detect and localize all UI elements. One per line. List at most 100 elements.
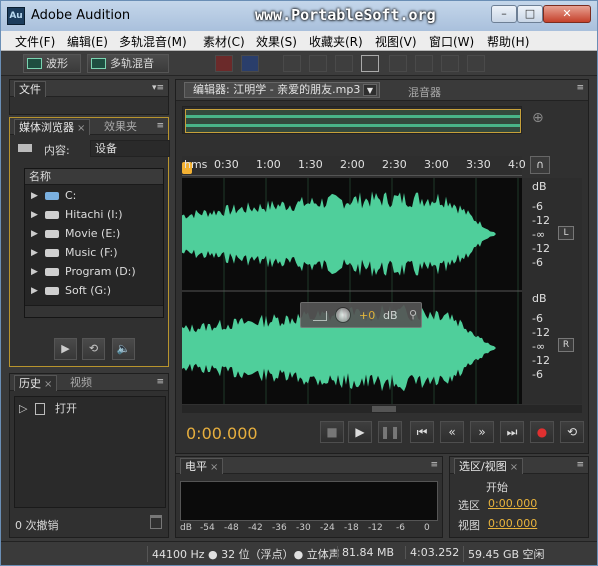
- title-bar: Au Adobe Audition www.PortableSoft.org –…: [1, 1, 597, 31]
- menu-effects[interactable]: 效果(S): [256, 33, 297, 50]
- spectral-frequency-icon[interactable]: [215, 55, 233, 72]
- editor-file-tab[interactable]: 编辑器: 江明学 - 亲爱的朋友.mp3 ▼: [184, 82, 380, 98]
- window-title: Adobe Audition: [31, 8, 131, 23]
- selection-start-value[interactable]: 0:00.000: [488, 497, 537, 510]
- play-preview-button[interactable]: ▶: [54, 338, 77, 360]
- gain-hud[interactable]: +0 dB ⚲: [300, 302, 422, 328]
- close-icon[interactable]: ×: [44, 379, 52, 390]
- go-to-end-button[interactable]: ⏭: [500, 421, 524, 443]
- drive-label: Hitachi (I:): [65, 208, 123, 221]
- ruler-tick: 4:0: [508, 158, 526, 171]
- tab-video[interactable]: 视频: [66, 375, 96, 391]
- stop-button[interactable]: ■: [320, 421, 344, 443]
- fast-forward-button[interactable]: »: [470, 421, 494, 443]
- razor-tool-icon[interactable]: [309, 55, 327, 72]
- trash-icon[interactable]: [150, 515, 162, 529]
- list-item[interactable]: ▶ Music (F:): [25, 244, 163, 263]
- panel-menu-icon[interactable]: ≡: [576, 83, 584, 93]
- zoom-navigator-icon[interactable]: ⊕: [532, 110, 552, 130]
- editor-scrollbar[interactable]: [182, 405, 582, 413]
- menu-multitrack[interactable]: 多轨混音(M): [119, 33, 187, 50]
- expand-arrow-icon[interactable]: ▶: [31, 225, 38, 243]
- chevron-down-icon[interactable]: ▼: [363, 84, 377, 96]
- menu-help[interactable]: 帮助(H): [487, 33, 529, 50]
- menu-favorites[interactable]: 收藏夹(R): [309, 33, 363, 50]
- channel-left-button[interactable]: L: [558, 226, 574, 240]
- expand-arrow-icon[interactable]: ▶: [31, 282, 38, 300]
- view-start-value[interactable]: 0:00.000: [488, 517, 537, 530]
- menu-view[interactable]: 视图(V): [375, 33, 417, 50]
- gain-knob[interactable]: [335, 307, 351, 323]
- list-item[interactable]: ▶ C:: [25, 187, 163, 206]
- tab-media-browser[interactable]: 媒体浏览器 ×: [14, 119, 91, 135]
- lasso-tool-icon[interactable]: [415, 55, 433, 72]
- db-label: -12: [532, 354, 550, 367]
- overview-navigator[interactable]: [182, 106, 522, 134]
- list-header-name[interactable]: 名称: [25, 169, 163, 185]
- media-tab-bar: 媒体浏览器 × 效果夹 ≡: [10, 118, 168, 135]
- pause-button[interactable]: ❚❚: [378, 421, 402, 443]
- menu-window[interactable]: 窗口(W): [429, 33, 474, 50]
- panel-menu-icon[interactable]: ≡: [156, 121, 164, 131]
- move-tool-icon[interactable]: [283, 55, 301, 72]
- pin-icon[interactable]: ⚲: [409, 308, 417, 321]
- current-time-display[interactable]: 0:00.000: [186, 424, 258, 443]
- marquee-tool-icon[interactable]: [389, 55, 407, 72]
- scroll-thumb[interactable]: [372, 406, 396, 412]
- list-item[interactable]: ▶ Hitachi (I:): [25, 206, 163, 225]
- content-select[interactable]: 设备: [90, 140, 170, 157]
- maximize-button[interactable]: □: [517, 5, 543, 23]
- spectral-pitch-icon[interactable]: [241, 55, 259, 72]
- list-item[interactable]: ▶ Program (D:): [25, 263, 163, 282]
- panel-menu-icon[interactable]: ≡: [430, 460, 438, 470]
- expand-arrow-icon[interactable]: ▶: [31, 187, 38, 205]
- close-icon[interactable]: ×: [210, 462, 218, 473]
- list-item[interactable]: ▶ Soft (G:): [25, 282, 163, 301]
- panel-menu-icon[interactable]: ≡: [156, 377, 164, 387]
- level-tick: -54: [200, 523, 215, 533]
- list-item[interactable]: ▶ Movie (E:): [25, 225, 163, 244]
- panel-menu-icon[interactable]: ≡: [576, 460, 584, 470]
- gain-value[interactable]: +0: [359, 309, 375, 322]
- history-item-open[interactable]: ▷ 打开: [17, 401, 163, 418]
- loop-playback-button[interactable]: ⟲: [560, 421, 584, 443]
- list-scrollbar[interactable]: [25, 305, 163, 317]
- panel-menu-icon[interactable]: ▾≡: [152, 83, 164, 93]
- play-button[interactable]: ▶: [348, 421, 372, 443]
- time-ruler[interactable]: hms 0:30 1:00 1:30 2:00 2:30 3:00 3:30 4…: [182, 156, 526, 176]
- expand-arrow-icon[interactable]: ▶: [31, 263, 38, 281]
- db-label: -6: [532, 256, 543, 269]
- minimize-button[interactable]: –: [491, 5, 517, 23]
- slip-tool-icon[interactable]: [335, 55, 353, 72]
- ruler-tick: 1:30: [298, 158, 323, 171]
- tab-level[interactable]: 电平 ×: [180, 458, 224, 474]
- rewind-button[interactable]: «: [440, 421, 464, 443]
- channel-right-button[interactable]: R: [558, 338, 574, 352]
- tab-files[interactable]: 文件: [14, 81, 46, 97]
- waveform-view-button[interactable]: 波形: [23, 54, 81, 73]
- expand-arrow-icon[interactable]: ▶: [31, 206, 38, 224]
- tab-effects-rack[interactable]: 效果夹: [100, 119, 141, 135]
- multitrack-view-button[interactable]: 多轨混音: [87, 54, 169, 73]
- overview-waveform[interactable]: [185, 109, 521, 133]
- spot-healing-tool-icon[interactable]: [467, 55, 485, 72]
- headphone-icon[interactable]: ∩: [530, 156, 550, 174]
- close-button[interactable]: ✕: [543, 5, 591, 23]
- go-to-start-button[interactable]: ⏮: [410, 421, 434, 443]
- loop-preview-button[interactable]: ⟲: [82, 338, 105, 360]
- system-drive-icon: [45, 192, 59, 200]
- menu-file[interactable]: 文件(F): [15, 33, 55, 50]
- close-icon[interactable]: ×: [77, 123, 85, 134]
- tab-history[interactable]: 历史 ×: [14, 375, 58, 391]
- record-button[interactable]: ●: [530, 421, 554, 443]
- expand-arrow-icon[interactable]: ▶: [31, 244, 38, 262]
- time-selection-tool-icon[interactable]: [361, 55, 379, 72]
- waveform-display[interactable]: +0 dB ⚲: [182, 178, 522, 404]
- tab-mixer[interactable]: 混音器: [408, 84, 441, 100]
- tab-selection-view[interactable]: 选区/视图 ×: [454, 458, 524, 474]
- auto-play-button[interactable]: 🔈: [112, 338, 135, 360]
- brush-tool-icon[interactable]: [441, 55, 459, 72]
- menu-edit[interactable]: 编辑(E): [67, 33, 108, 50]
- close-icon[interactable]: ×: [510, 462, 518, 473]
- menu-clip[interactable]: 素材(C): [203, 33, 245, 50]
